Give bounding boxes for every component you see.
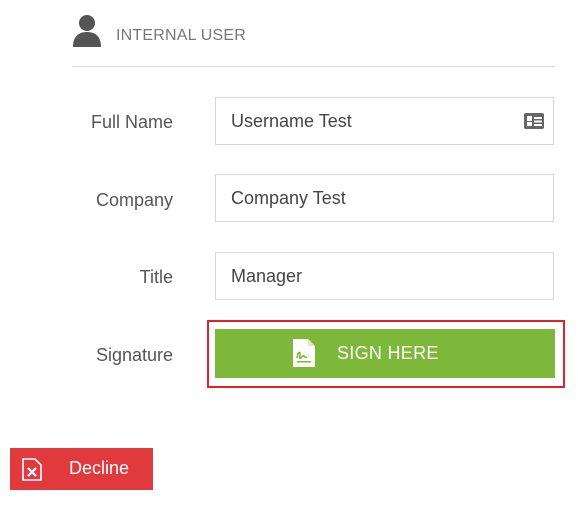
- user-icon: [72, 14, 102, 48]
- full-name-value: Username Test: [231, 111, 352, 131]
- company-value: Company Test: [231, 188, 346, 208]
- full-name-label: Full Name: [90, 112, 173, 132]
- title-label: Title: [139, 267, 173, 287]
- company-field[interactable]: Company Test: [215, 174, 554, 222]
- section-title: INTERNAL USER: [116, 27, 247, 44]
- sign-here-label: SIGN HERE: [337, 343, 439, 363]
- id-card-icon[interactable]: [523, 112, 545, 130]
- decline-document-icon: [22, 458, 42, 481]
- company-label: Company: [95, 190, 173, 210]
- title-value: Manager: [231, 266, 303, 286]
- sign-here-button[interactable]: SIGN HERE: [215, 329, 555, 378]
- signature-label: Signature: [95, 345, 173, 365]
- signature-document-icon: [292, 338, 316, 368]
- title-field[interactable]: Manager: [215, 252, 554, 300]
- decline-button[interactable]: Decline: [10, 448, 153, 490]
- section-header: INTERNAL USER: [72, 14, 555, 67]
- full-name-field[interactable]: Username Test: [215, 97, 554, 145]
- decline-label: Decline: [69, 458, 130, 478]
